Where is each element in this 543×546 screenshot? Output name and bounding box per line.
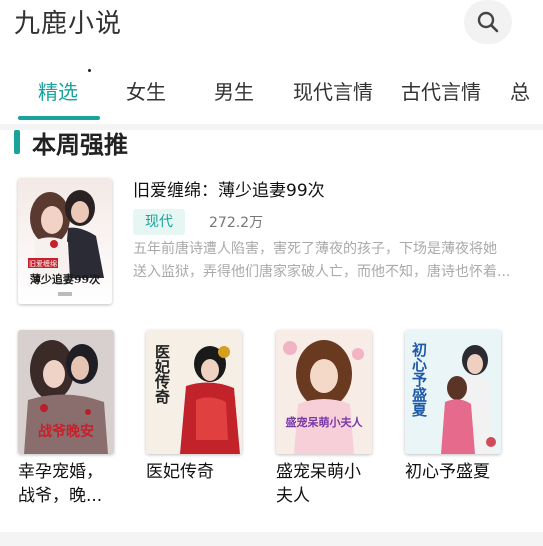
featured-book-title[interactable]: 旧爱缠绵：薄少追妻99次 [133, 176, 325, 201]
genre-tag: 现代 [133, 209, 185, 235]
active-tab-indicator [18, 116, 100, 120]
book-cover[interactable]: 初心予盛夏 [405, 330, 501, 454]
book-title[interactable]: 幸孕宠婚， 战爷，晚... [18, 460, 118, 508]
cover-text: 盛宠呆萌小夫人 [286, 415, 364, 429]
featured-book-cover[interactable]: 旧爱缠绵 薄少追妻99次 [18, 178, 112, 304]
book-card[interactable]: 战爷晚安 幸孕宠婚， 战爷，晚... [18, 330, 118, 508]
description-line-2: 送入监狱，弄得他们唐家家破人亡，而他不知，唐诗也怀着... [133, 264, 511, 280]
decorative-dot [88, 69, 91, 72]
description-line-1: 五年前唐诗遭人陷害，害死了薄夜的孩子，下场是薄夜将她 [133, 241, 497, 257]
book-card[interactable]: 初心予盛夏 初心予盛夏 [405, 330, 505, 484]
book-title-line-1: 盛宠呆萌小 [276, 462, 361, 482]
featured-cover-badge: 旧爱缠绵 [29, 259, 57, 268]
section-title: 本周强推 [32, 131, 128, 159]
bottom-divider [0, 532, 543, 546]
book-title-line-2: 夫人 [276, 486, 310, 506]
tab-male[interactable]: 男生 [214, 76, 254, 105]
tab-modern-romance[interactable]: 现代言情 [293, 76, 373, 105]
book-card[interactable]: 医妃传奇 医妃传奇 [146, 330, 246, 484]
app-title: 九鹿小说 [14, 9, 123, 39]
app-header: 九鹿小说 [0, 0, 543, 48]
tab-more[interactable]: 总 [510, 76, 530, 105]
search-button[interactable] [464, 0, 512, 44]
read-count: 272.2万 [209, 215, 264, 231]
section-accent-bar [14, 130, 20, 154]
book-title-line-1: 初心予盛夏 [405, 462, 490, 482]
book-title-line-1: 幸孕宠婚， [18, 462, 103, 482]
book-card[interactable]: 盛宠呆萌小夫人 盛宠呆萌小 夫人 [276, 330, 376, 508]
book-cover[interactable]: 医妃传奇 [146, 330, 242, 454]
featured-book-description: 五年前唐诗遭人陷害，害死了薄夜的孩子，下场是薄夜将她 送入监狱，弄得他们唐家家破… [133, 238, 528, 284]
book-title[interactable]: 医妃传奇 [146, 460, 246, 484]
cover-text: 医妃传奇 [153, 344, 171, 405]
cover-text: 战爷晚安 [38, 423, 94, 440]
tab-featured[interactable]: 精选 [38, 76, 78, 105]
tab-ancient-romance[interactable]: 古代言情 [401, 76, 481, 105]
book-title-line-2: 战爷，晚... [18, 486, 103, 506]
search-icon [477, 11, 499, 33]
featured-cover-text: 薄少追妻99次 [30, 272, 100, 286]
tab-female[interactable]: 女生 [126, 76, 166, 105]
category-tabs: 精选 女生 男生 现代言情 古代言情 总 [0, 64, 543, 124]
book-cover[interactable]: 战爷晚安 [18, 330, 114, 454]
book-title[interactable]: 盛宠呆萌小 夫人 [276, 460, 376, 508]
book-title[interactable]: 初心予盛夏 [405, 460, 505, 484]
cover-text: 初心予盛夏 [410, 341, 428, 418]
book-title-line-1: 医妃传奇 [146, 462, 214, 482]
book-cover[interactable]: 盛宠呆萌小夫人 [276, 330, 372, 454]
